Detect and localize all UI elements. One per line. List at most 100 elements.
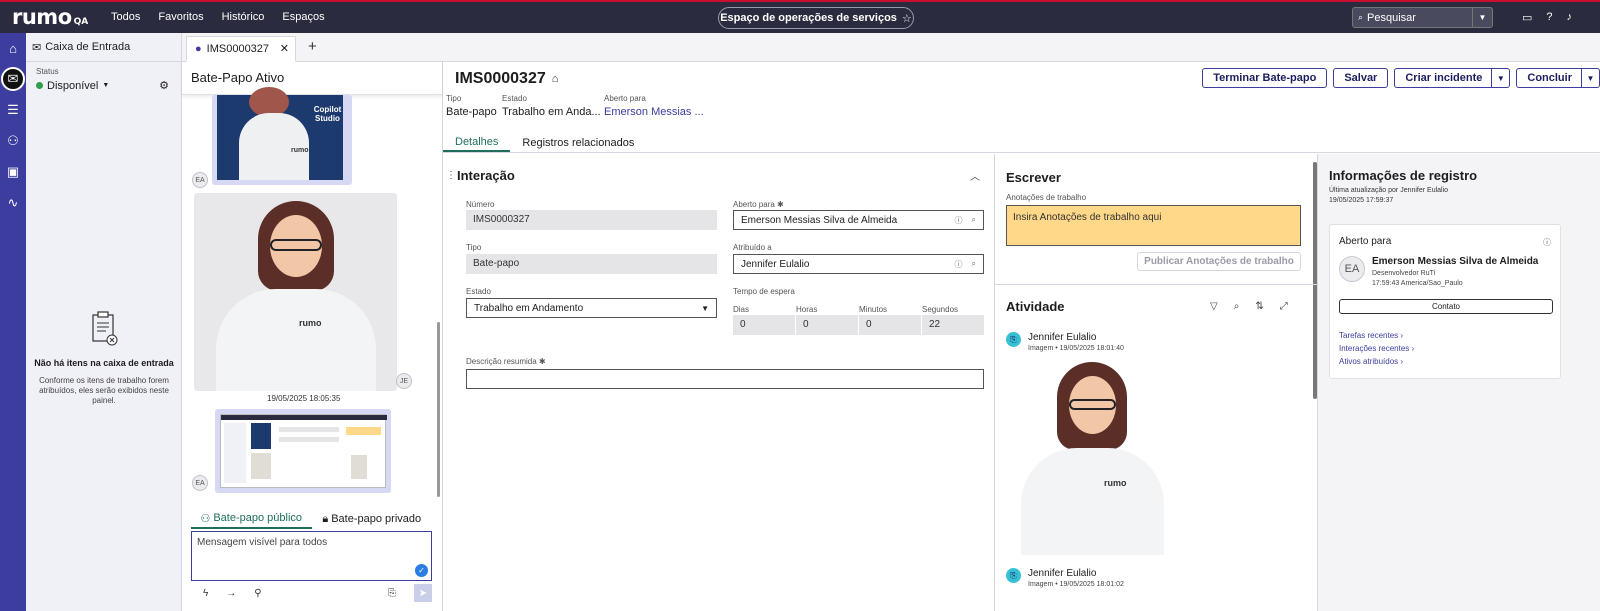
arrow-right-icon[interactable]: → [226, 588, 236, 599]
end-chat-button[interactable]: Terminar Bate-papo [1202, 68, 1328, 88]
left-rail: ⌂ ✉ ☰ ⚇ ▣ ∿ [0, 33, 26, 611]
agent-icon[interactable]: ⚲ [254, 588, 261, 599]
conclude-button[interactable]: Concluir ▼ [1516, 68, 1600, 88]
chat-icon[interactable]: ▭ [1522, 11, 1532, 24]
workspace-label: Espaço de operações de serviços [720, 12, 897, 24]
meta-aberto-para[interactable]: Aberto para Emerson Messias ... [604, 94, 704, 118]
activity-toolbar: ▽ ⌕ ⇅ ⤢ [1210, 301, 1288, 312]
chat-image-1[interactable]: rumo Copilot Studio [212, 87, 352, 185]
close-icon[interactable]: ✕ [280, 42, 289, 55]
search-icon[interactable]: ⌕ [972, 259, 976, 270]
inbox-header: ✉ Caixa de Entrada [26, 33, 181, 62]
calendar-icon[interactable]: ▣ [0, 156, 26, 187]
list-icon[interactable]: ☰ [0, 94, 26, 125]
star-icon[interactable]: ☆ [902, 12, 912, 25]
status-dot [36, 82, 43, 89]
nav-historico[interactable]: Histórico [222, 11, 265, 23]
lightning-icon[interactable]: ϟ [203, 588, 208, 599]
tab-strip: ● IMS0000327 ✕ + [182, 33, 1600, 62]
home-icon[interactable]: ⌂ [0, 33, 26, 64]
record-info-title: Informações de registro [1329, 168, 1478, 183]
send-button[interactable]: ➤ [414, 584, 432, 602]
search-input[interactable]: Pesquisar [1367, 12, 1472, 24]
estado-select[interactable]: Trabalho em Andamento ▼ [466, 298, 717, 318]
glasses [270, 239, 322, 251]
drag-handle-icon[interactable]: ⋮ [446, 170, 456, 181]
activity-icon[interactable]: ∿ [0, 187, 26, 218]
record-info-panel: Informações de registro Última atualizaç… [1318, 154, 1600, 611]
activity-image[interactable]: rumo [1021, 360, 1164, 555]
global-search[interactable]: ⌕ Pesquisar ▼ [1352, 7, 1493, 28]
inbox-icon[interactable]: ✉ [1, 67, 25, 91]
section-title: Interação [457, 168, 515, 183]
gear-icon[interactable]: ⚙ [159, 79, 169, 92]
person-name[interactable]: Emerson Messias Silva de Almeida [1372, 256, 1538, 267]
atribuido-value: Jennifer Eulalio [741, 258, 810, 270]
contact-button[interactable]: Contato [1339, 299, 1553, 314]
aberto-para-field[interactable]: Emerson Messias Silva de Almeida ⓘ ⌕ [733, 210, 984, 230]
save-button[interactable]: Salvar [1333, 68, 1389, 88]
chevron-up-icon[interactable]: ︿ [970, 168, 980, 183]
sort-icon[interactable]: ⇅ [1255, 301, 1263, 312]
chat-mode-tabs: ⚇ Bate-papo público 🔒︎ Bate-papo privado [191, 509, 432, 529]
info-icon[interactable]: ⓘ [1543, 237, 1551, 248]
estado-value: Trabalho em Andamento [474, 302, 584, 314]
tab-private-label: Bate-papo privado [331, 513, 422, 525]
create-incident-button[interactable]: Criar incidente ▼ [1394, 68, 1511, 88]
work-notes-input[interactable]: Insira Anotações de trabalho aqui [1006, 205, 1301, 246]
shirt-logo: rumo [291, 147, 309, 154]
descricao-label: Descrição resumida ✱ [466, 357, 546, 366]
message-placeholder: Mensagem visível para todos [197, 537, 328, 548]
team-icon[interactable]: ⚇ [0, 125, 26, 156]
publish-notes-button[interactable]: Publicar Anotações de trabalho [1137, 252, 1301, 271]
chevron-down-icon[interactable]: ▼ [1491, 69, 1509, 87]
tab-public-chat[interactable]: ⚇ Bate-papo público [191, 509, 312, 529]
descricao-field[interactable] [466, 369, 984, 389]
tab-registros-relacionados[interactable]: Registros relacionados [510, 133, 646, 152]
info-icon[interactable]: ⓘ [955, 259, 963, 270]
rumo-logo[interactable]: rumo QA [12, 5, 88, 29]
add-tab-icon[interactable]: + [308, 38, 317, 55]
tab-detalhes[interactable]: Detalhes [443, 133, 511, 152]
top-icons: ▭ ? ♪ [1522, 11, 1572, 24]
search-icon: ⌕ [1358, 12, 1364, 22]
meta-value-link[interactable]: Emerson Messias ... [604, 106, 704, 118]
meta-value: Bate-papo [446, 106, 497, 118]
meta-label: Aberto para [604, 94, 646, 103]
link-interacoes-recentes[interactable]: Interações recentes › [1339, 344, 1414, 353]
message-input[interactable]: Mensagem visível para todos ✓ [191, 531, 432, 581]
nav-todos[interactable]: Todos [111, 11, 140, 23]
nav-favoritos[interactable]: Favoritos [158, 11, 203, 23]
tab-ims0000327[interactable]: ● IMS0000327 ✕ [186, 36, 296, 62]
chevron-down-icon[interactable]: ▼ [1581, 69, 1599, 87]
person-role: Desenvolvedor RuTi [1372, 270, 1436, 277]
chat-image-3[interactable] [215, 409, 391, 493]
link-tarefas-recentes[interactable]: Tarefas recentes › [1339, 331, 1403, 340]
search-icon[interactable]: ⌕ [972, 215, 976, 226]
info-icon[interactable]: ⓘ [955, 215, 963, 226]
search-icon[interactable]: ⌕ [1234, 301, 1240, 312]
search-dropdown-icon[interactable]: ▼ [1472, 8, 1492, 27]
chat-panel: Bate-Papo Ativo rumo Copilot Studio EA r… [182, 62, 443, 611]
avatar: EA [192, 172, 208, 188]
bell-icon[interactable]: ♪ [1567, 11, 1573, 24]
atribuido-field[interactable]: Jennifer Eulalio ⓘ ⌕ [733, 254, 984, 274]
status-dropdown[interactable]: Disponível ▼ ⚙ [36, 79, 171, 92]
tipo-field: Bate-papo [466, 254, 717, 274]
conclude-label: Concluir [1527, 72, 1572, 84]
help-icon[interactable]: ? [1546, 11, 1552, 24]
chat-image-2[interactable]: rumo [194, 193, 397, 391]
chat-scrollbar[interactable] [437, 322, 440, 497]
tag-icon[interactable]: ⌂ [552, 73, 559, 85]
meta-estado: Estado Trabalho em Anda... [502, 94, 601, 118]
link-ativos-atribuidos[interactable]: Ativos atribuídos › [1339, 357, 1403, 366]
tab-label: IMS0000327 [206, 42, 270, 55]
expand-icon[interactable]: ⤢ [1280, 301, 1288, 312]
tab-private-chat[interactable]: 🔒︎ Bate-papo privado [312, 509, 433, 529]
detail-tabs: Detalhes Registros relacionados [443, 133, 1600, 153]
nav-espacos[interactable]: Espaços [282, 11, 324, 23]
paperclip-icon[interactable]: ⎘ [388, 588, 396, 599]
compose-scrollbar[interactable] [1313, 162, 1317, 399]
filter-icon[interactable]: ▽ [1210, 301, 1218, 312]
workspace-selector[interactable]: Espaço de operações de serviços ☆ [718, 7, 914, 29]
